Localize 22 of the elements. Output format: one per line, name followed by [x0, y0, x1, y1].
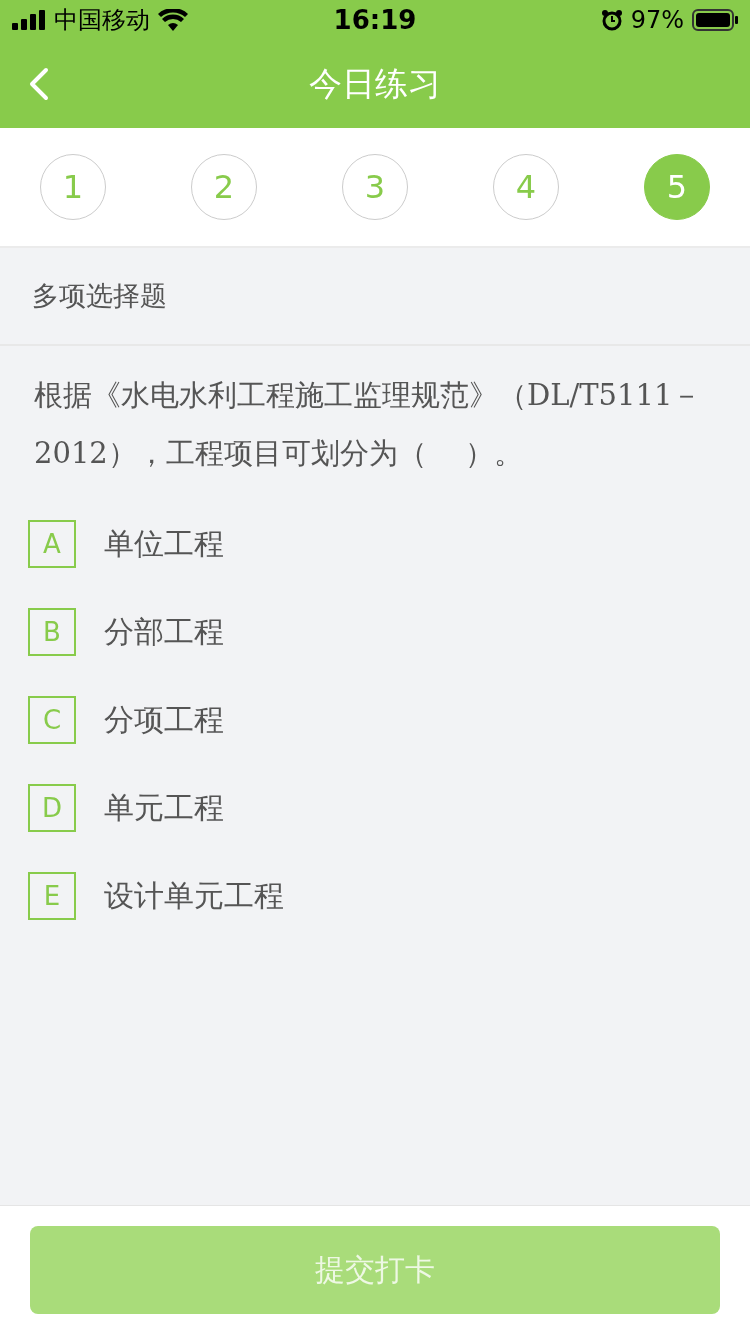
- question-text: 根据《水电水利工程施工监理规范》（DL/T5111－2012），工程项目可划分为（ ）。: [34, 377, 703, 472]
- question-number-tab[interactable]: 5: [644, 154, 710, 220]
- option-text[interactable]: 分部工程: [104, 611, 224, 653]
- question-type-label: 多项选择题: [32, 279, 167, 313]
- wifi-icon: [158, 9, 188, 31]
- status-time: 16:19: [332, 5, 418, 35]
- option-text[interactable]: 单位工程: [104, 523, 224, 565]
- option-checkbox[interactable]: C: [28, 696, 76, 744]
- back-icon[interactable]: [28, 67, 50, 101]
- battery-percent: 97%: [630, 6, 684, 34]
- carrier-name: 中国移动: [54, 5, 150, 36]
- option-text[interactable]: 设计单元工程: [104, 875, 284, 917]
- option-checkbox[interactable]: B: [28, 608, 76, 656]
- battery-icon: [692, 9, 738, 31]
- page-title: 今日练习: [308, 62, 442, 105]
- option-checkbox[interactable]: A: [28, 520, 76, 568]
- option-text[interactable]: 单元工程: [104, 787, 224, 829]
- alarm-icon: [600, 9, 623, 31]
- option-text[interactable]: 分项工程: [104, 699, 224, 741]
- option-checkbox[interactable]: D: [28, 784, 76, 832]
- signal-icon: [12, 10, 46, 30]
- option-checkbox[interactable]: E: [28, 872, 76, 920]
